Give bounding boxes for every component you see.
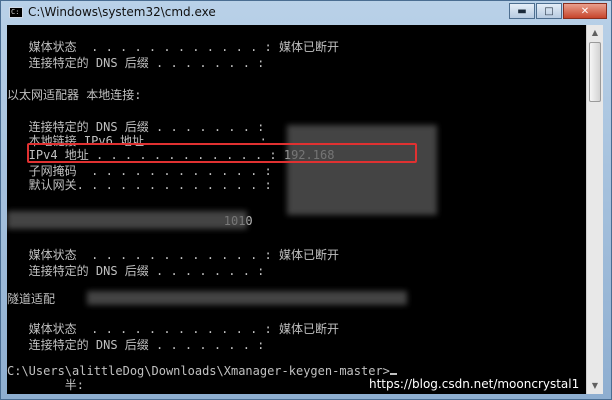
- console-line: 默认网关. . . . . . . . . . . . . :: [7, 178, 272, 192]
- minimize-icon: ▬: [517, 5, 527, 17]
- window-title: C:\Windows\system32\cmd.exe: [28, 5, 216, 19]
- prompt-text: C:\Users\alittleDog\Downloads\Xmanager-k…: [7, 364, 390, 378]
- maximize-button[interactable]: □: [536, 3, 562, 19]
- blurred-region: [287, 125, 437, 215]
- console-output[interactable]: 媒体状态 . . . . . . . . . . . . : 媒体已断开 连接特…: [7, 25, 586, 394]
- text-cursor: [389, 373, 397, 375]
- console-line: 媒体状态 . . . . . . . . . . . . : 媒体已断开: [7, 322, 339, 336]
- close-button[interactable]: ✕: [563, 3, 607, 19]
- console-line: 半:: [7, 378, 85, 392]
- scroll-down-icon[interactable]: ▼: [587, 378, 603, 394]
- window-controls: ▬ □ ✕: [508, 3, 607, 19]
- close-icon: ✕: [580, 5, 590, 17]
- console-line: 连接特定的 DNS 后缀 . . . . . . . :: [7, 264, 265, 278]
- blurred-region: [7, 211, 247, 229]
- maximize-icon: □: [544, 5, 554, 17]
- scrollbar-thumb[interactable]: [589, 42, 601, 102]
- console-line: 连接特定的 DNS 后缀 . . . . . . . :: [7, 56, 265, 70]
- watermark-text: https://blog.csdn.net/mooncrystal1: [369, 377, 580, 391]
- cmd-icon: C:: [9, 6, 23, 18]
- console-line: 隧道适配: [7, 292, 56, 306]
- console-line: 连接特定的 DNS 后缀 . . . . . . . :: [7, 338, 265, 352]
- vertical-scrollbar[interactable]: ▲ ▼: [586, 25, 603, 394]
- console-line: 媒体状态 . . . . . . . . . . . . : 媒体已断开: [7, 40, 339, 54]
- scroll-up-icon[interactable]: ▲: [587, 25, 603, 41]
- ipv4-highlight-box: [27, 143, 417, 163]
- console-line: 以太网适配器 本地连接:: [7, 88, 142, 102]
- cmd-window: C: C:\Windows\system32\cmd.exe ▬ □ ✕ 媒体状…: [0, 0, 612, 400]
- blurred-region: [87, 291, 407, 305]
- minimize-button[interactable]: ▬: [509, 3, 535, 19]
- title-bar[interactable]: C: C:\Windows\system32\cmd.exe ▬ □ ✕: [1, 1, 611, 23]
- console-line: 媒体状态 . . . . . . . . . . . . : 媒体已断开: [7, 248, 339, 262]
